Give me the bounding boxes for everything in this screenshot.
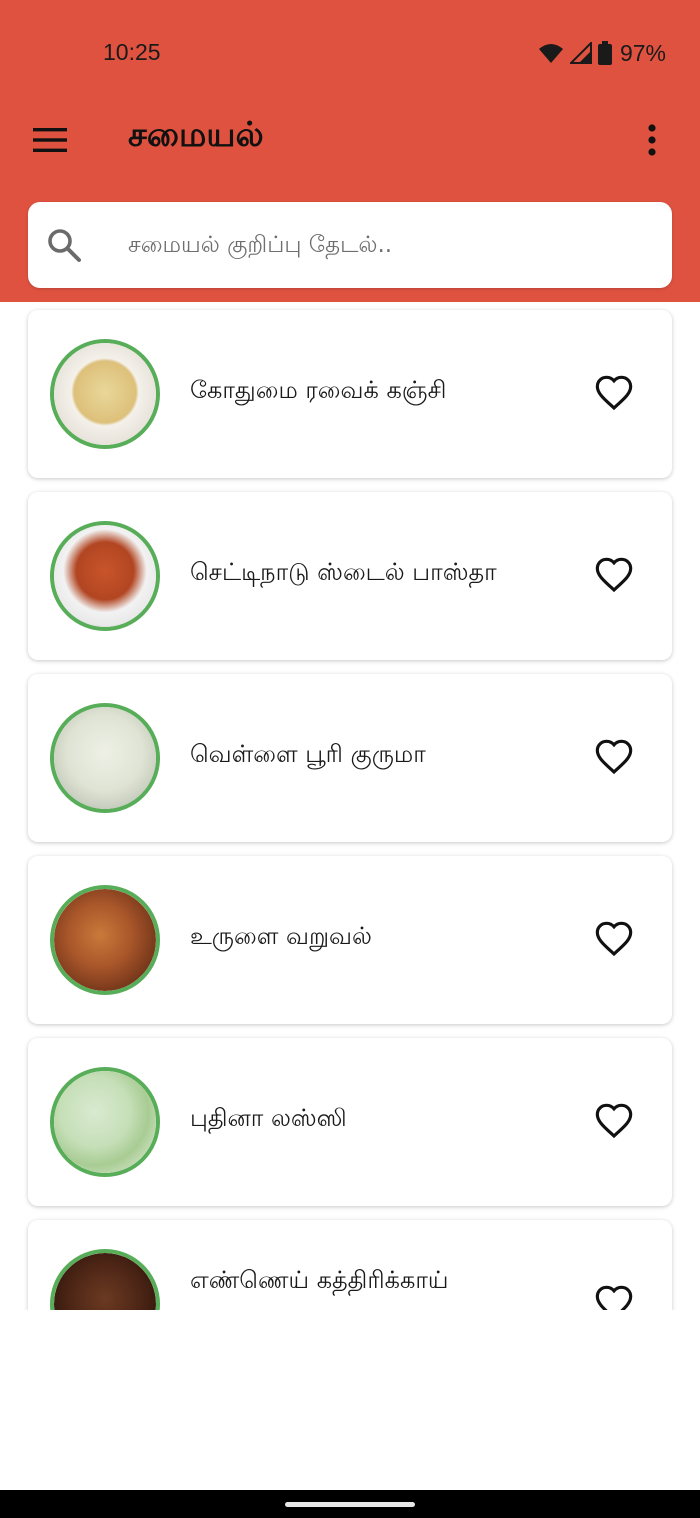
recipe-thumbnail bbox=[50, 521, 160, 631]
recipe-thumbnail bbox=[50, 703, 160, 813]
search-box[interactable] bbox=[28, 202, 672, 288]
recipe-name: எண்ணெய் கத்திரிக்காய் bbox=[190, 1266, 449, 1294]
recipe-card[interactable]: கோதுமை ரவைக் கஞ்சி bbox=[28, 310, 672, 478]
home-gesture-handle[interactable] bbox=[285, 1502, 415, 1507]
favorite-heart-icon[interactable] bbox=[594, 1283, 634, 1310]
favorite-heart-icon[interactable] bbox=[594, 1101, 634, 1141]
wifi-icon bbox=[538, 44, 563, 63]
hamburger-menu-icon bbox=[33, 128, 67, 152]
favorite-heart-icon[interactable] bbox=[594, 373, 634, 413]
recipe-name: செட்டிநாடு ஸ்டைல் பாஸ்தா bbox=[190, 558, 497, 586]
recipe-card[interactable]: எண்ணெய் கத்திரிக்காய் bbox=[28, 1220, 672, 1310]
app-bar: சமையல் bbox=[0, 100, 700, 180]
search-icon bbox=[48, 229, 81, 262]
recipe-thumbnail bbox=[50, 1067, 160, 1177]
recipe-name: கோதுமை ரவைக் கஞ்சி bbox=[190, 376, 447, 404]
recipe-thumbnail bbox=[50, 1249, 160, 1310]
status-bar: 10:25 97% bbox=[0, 0, 700, 100]
recipe-name: வெள்ளை பூரி குருமா bbox=[190, 740, 426, 768]
recipe-card[interactable]: உருளை வறுவல் bbox=[28, 856, 672, 1024]
favorite-heart-icon[interactable] bbox=[594, 737, 634, 777]
app-title: சமையல் bbox=[128, 115, 264, 155]
battery-icon bbox=[597, 41, 612, 65]
status-time: 10:25 bbox=[103, 39, 161, 65]
recipe-name: புதினா லஸ்ஸி bbox=[190, 1104, 347, 1132]
recipe-name: உருளை வறுவல் bbox=[190, 922, 372, 950]
favorite-heart-icon[interactable] bbox=[594, 919, 634, 959]
recipe-card[interactable]: வெள்ளை பூரி குருமா bbox=[28, 674, 672, 842]
header: 10:25 97% சமையல் bbox=[0, 0, 700, 302]
recipe-thumbnail bbox=[50, 885, 160, 995]
status-icons: 97% bbox=[538, 38, 666, 68]
more-vert-icon bbox=[648, 124, 656, 156]
recipe-list: கோதுமை ரவைக் கஞ்சி செட்டிநாடு ஸ்டைல் பாஸ… bbox=[0, 302, 700, 1310]
recipe-card[interactable]: செட்டிநாடு ஸ்டைல் பாஸ்தா bbox=[28, 492, 672, 660]
battery-percent: 97% bbox=[619, 39, 666, 66]
overflow-menu-button[interactable] bbox=[630, 118, 674, 162]
system-navigation-bar bbox=[0, 1490, 700, 1518]
menu-button[interactable] bbox=[28, 118, 72, 162]
signal-icon bbox=[569, 42, 592, 64]
recipe-thumbnail bbox=[50, 339, 160, 449]
search-input[interactable] bbox=[128, 222, 648, 268]
favorite-heart-icon[interactable] bbox=[594, 555, 634, 595]
recipe-card[interactable]: புதினா லஸ்ஸி bbox=[28, 1038, 672, 1206]
